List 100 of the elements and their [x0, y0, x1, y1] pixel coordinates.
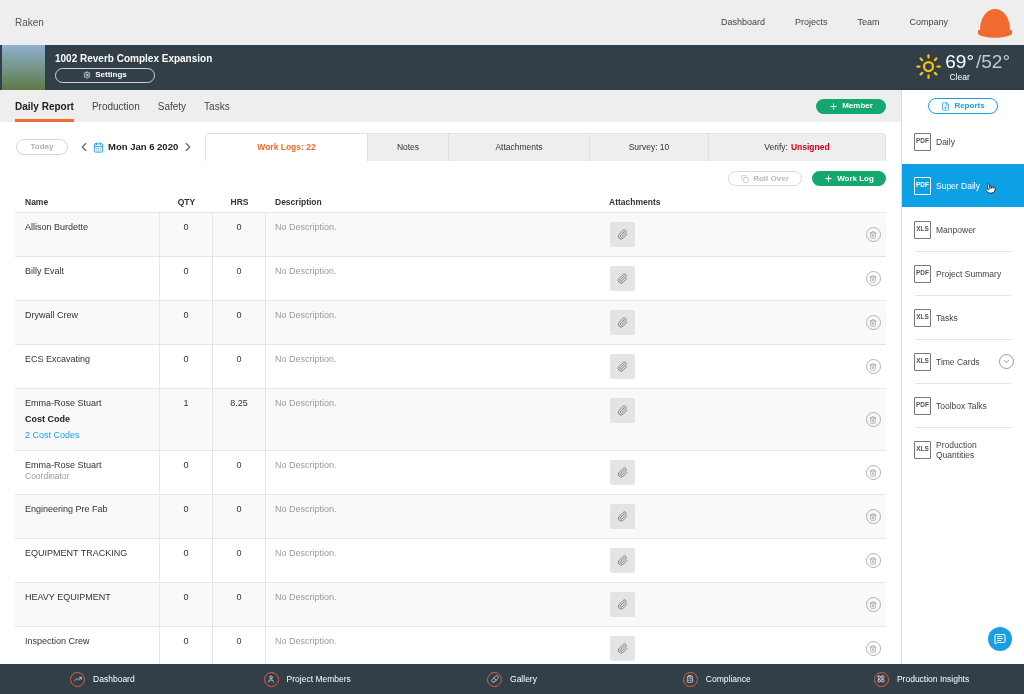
description-text: No Description.	[275, 354, 337, 364]
calendar-icon[interactable]	[93, 141, 104, 153]
sun-icon	[915, 53, 943, 80]
hours-value: 0	[236, 592, 242, 602]
brand-name: Raken	[15, 16, 44, 30]
column-header: Name	[24, 196, 50, 209]
paperclip-icon	[617, 643, 628, 654]
trash-icon	[869, 318, 877, 327]
attachment-button[interactable]	[610, 548, 635, 573]
document-icon	[941, 101, 951, 111]
project-title: 1002 Reverb Complex Expansion	[55, 52, 213, 65]
paperclip-icon	[617, 405, 628, 416]
quantity-value: 0	[183, 222, 189, 232]
trash-icon	[869, 274, 877, 283]
trash-icon	[869, 556, 877, 565]
log-tab[interactable]: Survey: 10	[589, 134, 708, 161]
column-header: Attachments	[608, 196, 662, 209]
description-text: No Description.	[275, 266, 337, 276]
member-name: Emma-Rose Stuart	[25, 459, 103, 471]
attachment-button[interactable]	[610, 636, 635, 661]
bottom-nav-item[interactable]: Gallery	[409, 664, 615, 694]
quantity-value: 0	[183, 548, 189, 558]
description-text: No Description.	[275, 592, 337, 602]
trash-icon	[869, 415, 877, 424]
paperclip-icon	[617, 511, 628, 522]
trash-icon	[869, 362, 877, 371]
quantity-value: 0	[183, 310, 189, 320]
report-name: Project Summary	[936, 268, 1002, 279]
paperclip-icon	[617, 361, 628, 372]
bottom-nav-item[interactable]: Compliance	[614, 664, 820, 694]
report-name: Time Cards	[936, 356, 980, 367]
report-name: Super Daily	[936, 180, 980, 191]
weather-condition: Clear	[949, 72, 970, 83]
attachment-button[interactable]	[610, 222, 635, 247]
bottom-nav-item[interactable]: Project Members	[204, 664, 410, 694]
quantity-value: 0	[183, 266, 189, 276]
member-name: Allison Burdette	[25, 221, 90, 233]
trash-icon	[869, 512, 877, 521]
attachment-button[interactable]	[610, 266, 635, 291]
paperclip-icon	[617, 599, 628, 610]
photo-placeholder	[2, 45, 45, 90]
bottom-nav-item[interactable]: Dashboard	[0, 664, 205, 694]
copy-icon	[741, 174, 750, 183]
description-text: No Description.	[275, 636, 337, 646]
member-name: Emma-Rose Stuart	[25, 397, 103, 409]
paperclip-icon	[617, 229, 628, 240]
member-name: Billy Evalt	[25, 265, 65, 277]
signature-status: Unsigned	[790, 141, 830, 154]
high-temperature: 69°	[945, 52, 974, 72]
attachment-button[interactable]	[610, 310, 635, 335]
hours-value: 0	[236, 266, 242, 276]
section-tab[interactable]: Safety	[157, 90, 187, 122]
description-text: No Description.	[275, 398, 337, 408]
member-role: Coordinator	[25, 471, 71, 481]
member-name: EQUIPMENT TRACKING	[25, 547, 129, 559]
nav-link[interactable]: Projects	[794, 15, 828, 30]
attachment-button[interactable]	[610, 460, 635, 485]
column-header: Description	[274, 196, 323, 209]
report-name: Daily	[936, 136, 955, 147]
plus-icon	[829, 101, 839, 111]
chat-icon	[994, 633, 1006, 645]
hours-value: 0	[236, 354, 242, 364]
column-header: HRS	[229, 196, 250, 209]
nav-link[interactable]: Company	[909, 15, 948, 30]
description-text: No Description.	[275, 548, 337, 558]
report-name: Manpower	[936, 224, 976, 235]
paperclip-icon	[617, 467, 628, 478]
member-name: Inspection Crew	[25, 635, 91, 647]
attachment-button[interactable]	[610, 504, 635, 529]
log-tab[interactable]: Attachments	[448, 134, 589, 161]
report-date: Mon Jan 6 2020	[108, 139, 179, 154]
trash-icon	[869, 230, 877, 239]
log-tab[interactable]: Verify: Unsigned	[708, 134, 885, 161]
gear-icon	[83, 71, 92, 79]
member-name: ECS Excavating	[25, 353, 92, 365]
bottom-nav-item[interactable]: Production Insights	[819, 664, 1024, 694]
nav-link[interactable]: Team	[857, 15, 880, 30]
attachment-button[interactable]	[610, 354, 635, 379]
nav-link[interactable]: Dashboard	[720, 15, 765, 30]
low-temperature: /52°	[976, 52, 1010, 72]
trash-icon	[869, 600, 877, 609]
hours-value: 0	[236, 504, 242, 514]
column-header: QTY	[176, 196, 197, 209]
quantity-value: 0	[183, 460, 189, 470]
description-text: No Description.	[275, 460, 337, 470]
section-tab[interactable]: Daily Report	[15, 90, 74, 122]
log-tab[interactable]: Notes	[367, 134, 448, 161]
trash-icon	[869, 468, 877, 477]
hours-value: 8.25	[230, 398, 248, 408]
report-name: Toolbox Talks	[936, 400, 987, 411]
report-name: Tasks	[936, 312, 958, 323]
attachment-button[interactable]	[610, 398, 635, 423]
attachment-button[interactable]	[610, 592, 635, 617]
hand-cursor-icon	[984, 183, 996, 194]
hours-value: 0	[236, 548, 242, 558]
section-tab[interactable]: Production	[91, 90, 140, 122]
section-tab[interactable]: Tasks	[204, 90, 230, 122]
paperclip-icon	[617, 273, 628, 284]
hours-value: 0	[236, 636, 242, 646]
quantity-value: 0	[183, 354, 189, 364]
